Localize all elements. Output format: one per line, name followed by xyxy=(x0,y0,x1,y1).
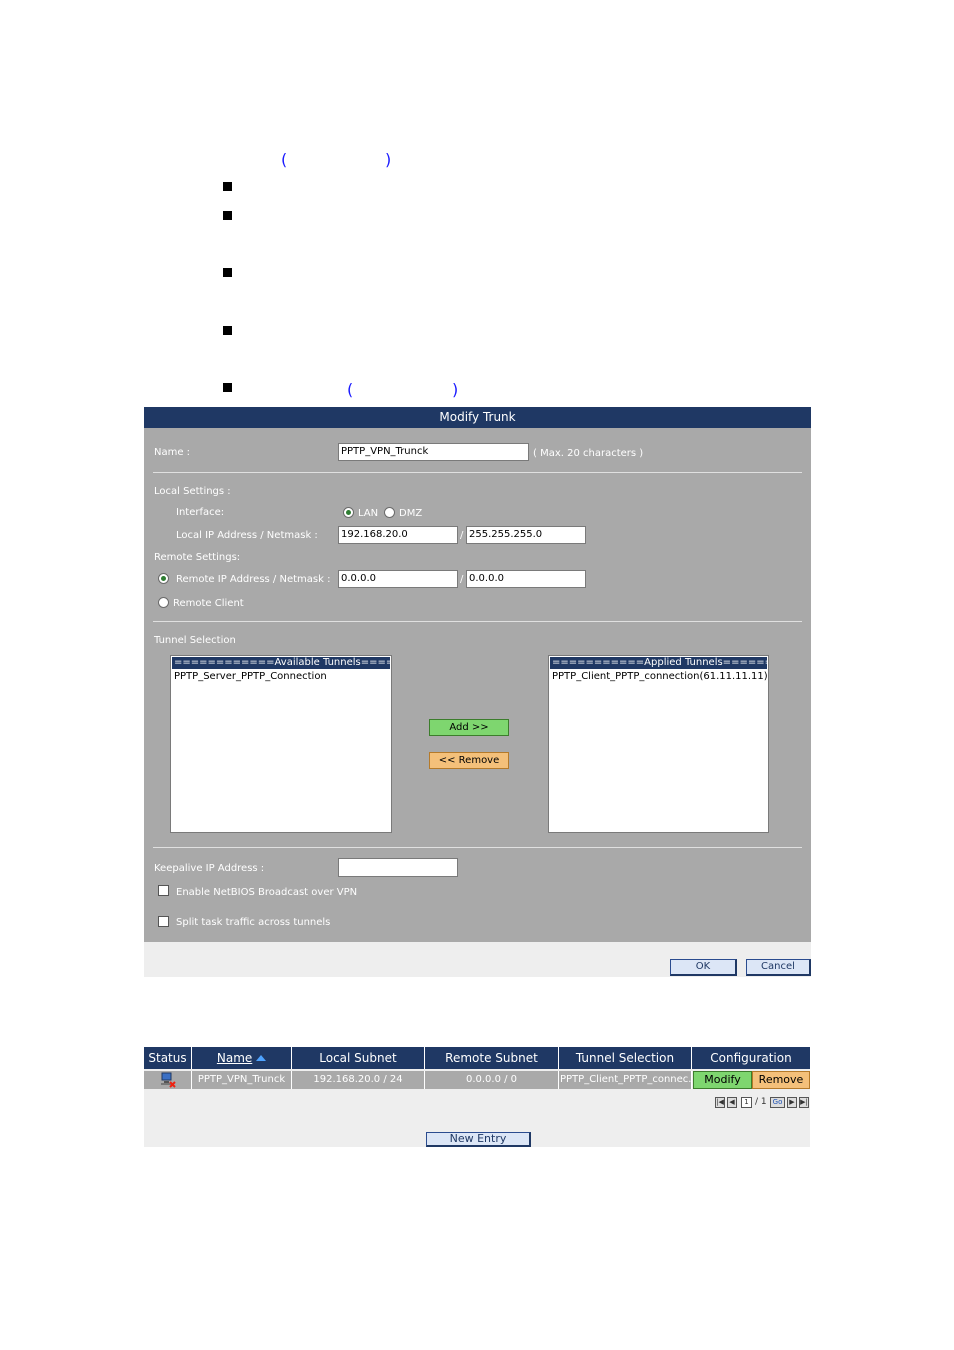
split-traffic-label: Split task traffic across tunnels xyxy=(176,917,331,928)
doc-paren-open: ( xyxy=(347,380,354,399)
interface-label: Interface: xyxy=(176,507,225,518)
netbios-label: Enable NetBIOS Broadcast over VPN xyxy=(176,887,358,898)
add-tunnel-button[interactable]: Add >> xyxy=(429,719,509,736)
last-page-icon[interactable]: ▶| xyxy=(799,1097,809,1108)
column-header-configuration: Configuration xyxy=(692,1047,810,1069)
new-entry-button[interactable]: New Entry xyxy=(426,1132,531,1147)
local-settings-label: Local Settings : xyxy=(154,486,231,497)
local-netmask-field[interactable]: 255.255.255.0 xyxy=(466,526,586,544)
interface-dmz-label: DMZ xyxy=(399,508,423,519)
modify-trunk-panel: Modify Trunk Name : PPTP_VPN_Trunck ( Ma… xyxy=(144,407,811,977)
tunnel-selection-label: Tunnel Selection xyxy=(154,635,236,646)
page-total: / 1 xyxy=(755,1097,767,1107)
bullet-marker xyxy=(223,211,232,220)
remote-client-label: Remote Client xyxy=(173,598,244,609)
interface-dmz-radio[interactable] xyxy=(384,507,395,518)
applied-tunnels-header[interactable]: ===========Applied Tunnels============= xyxy=(550,657,768,669)
interface-lan-radio[interactable] xyxy=(343,507,354,518)
remote-ip-field[interactable]: 0.0.0.0 xyxy=(338,570,458,588)
netbios-checkbox[interactable] xyxy=(158,885,169,896)
available-tunnels-header[interactable]: ============Available Tunnels===========… xyxy=(172,657,391,669)
available-tunnel-item[interactable]: PPTP_Server_PPTP_Connection xyxy=(171,670,391,683)
next-page-icon[interactable]: ▶ xyxy=(787,1097,797,1108)
row-tunnel-selection-cell: PPTP_Client_PPTP_connec... xyxy=(559,1071,692,1089)
remote-settings-label: Remote Settings: xyxy=(154,552,241,563)
panel-title: Modify Trunk xyxy=(144,407,811,428)
go-button[interactable]: Go xyxy=(770,1097,785,1108)
divider xyxy=(153,847,802,848)
remove-tunnel-button[interactable]: << Remove xyxy=(429,752,509,769)
bullet-marker xyxy=(223,268,232,277)
form-footer: OK Cancel xyxy=(144,942,811,977)
column-header-local-subnet: Local Subnet xyxy=(292,1047,425,1069)
disconnected-computer-icon xyxy=(160,1072,176,1088)
sort-ascending-icon xyxy=(256,1055,267,1061)
divider xyxy=(153,621,802,622)
split-traffic-checkbox[interactable] xyxy=(158,916,169,927)
applied-tunnels-list[interactable]: ===========Applied Tunnels============= … xyxy=(548,655,769,833)
row-remote-subnet-cell: 0.0.0.0 / 0 xyxy=(425,1071,559,1089)
first-page-icon[interactable]: |◀ xyxy=(715,1097,725,1108)
keepalive-field[interactable] xyxy=(338,858,458,877)
bullet-marker xyxy=(223,182,232,191)
ok-button[interactable]: OK xyxy=(670,959,737,976)
applied-tunnel-item[interactable]: PPTP_Client_PPTP_connection(61.11.11.11) xyxy=(549,670,768,683)
local-ip-label: Local IP Address / Netmask : xyxy=(176,530,318,541)
column-header-status: Status xyxy=(144,1047,192,1069)
name-hint: ( Max. 20 characters ) xyxy=(533,448,644,459)
remote-client-radio[interactable] xyxy=(158,597,169,608)
row-name-cell: PPTP_VPN_Trunck xyxy=(192,1071,292,1089)
row-status-cell xyxy=(144,1071,192,1089)
name-label: Name : xyxy=(154,447,191,458)
doc-paren-close: ) xyxy=(385,150,392,169)
column-header-remote-subnet: Remote Subnet xyxy=(425,1047,559,1069)
name-field[interactable]: PPTP_VPN_Trunck xyxy=(338,443,529,461)
column-header-name-label[interactable]: Name xyxy=(217,1051,252,1065)
row-local-subnet-cell: 192.168.20.0 / 24 xyxy=(292,1071,425,1089)
remove-button[interactable]: Remove xyxy=(752,1071,810,1089)
ip-slash: / xyxy=(460,574,464,585)
remote-netmask-field[interactable]: 0.0.0.0 xyxy=(466,570,586,588)
remote-ip-label: Remote IP Address / Netmask : xyxy=(176,574,331,585)
page-number-input[interactable]: 1 xyxy=(741,1097,752,1108)
trunk-list: Status Name Local Subnet Remote Subnet T… xyxy=(144,1047,810,1147)
modify-button[interactable]: Modify xyxy=(693,1071,752,1089)
bullet-marker xyxy=(223,383,232,392)
bullet-marker xyxy=(223,326,232,335)
ip-slash: / xyxy=(460,530,464,541)
doc-paren-open: ( xyxy=(281,150,288,169)
doc-paren-close: ) xyxy=(452,380,459,399)
remote-ip-radio[interactable] xyxy=(158,573,169,584)
local-ip-field[interactable]: 192.168.20.0 xyxy=(338,526,458,544)
column-header-name[interactable]: Name xyxy=(192,1047,292,1069)
divider xyxy=(153,472,802,473)
interface-lan-label: LAN xyxy=(358,508,379,519)
cancel-button[interactable]: Cancel xyxy=(746,959,811,976)
keepalive-label: Keepalive IP Address : xyxy=(154,863,265,874)
column-header-tunnel-selection: Tunnel Selection xyxy=(559,1047,692,1069)
available-tunnels-list[interactable]: ============Available Tunnels===========… xyxy=(170,655,392,833)
prev-page-icon[interactable]: ◀ xyxy=(727,1097,737,1108)
